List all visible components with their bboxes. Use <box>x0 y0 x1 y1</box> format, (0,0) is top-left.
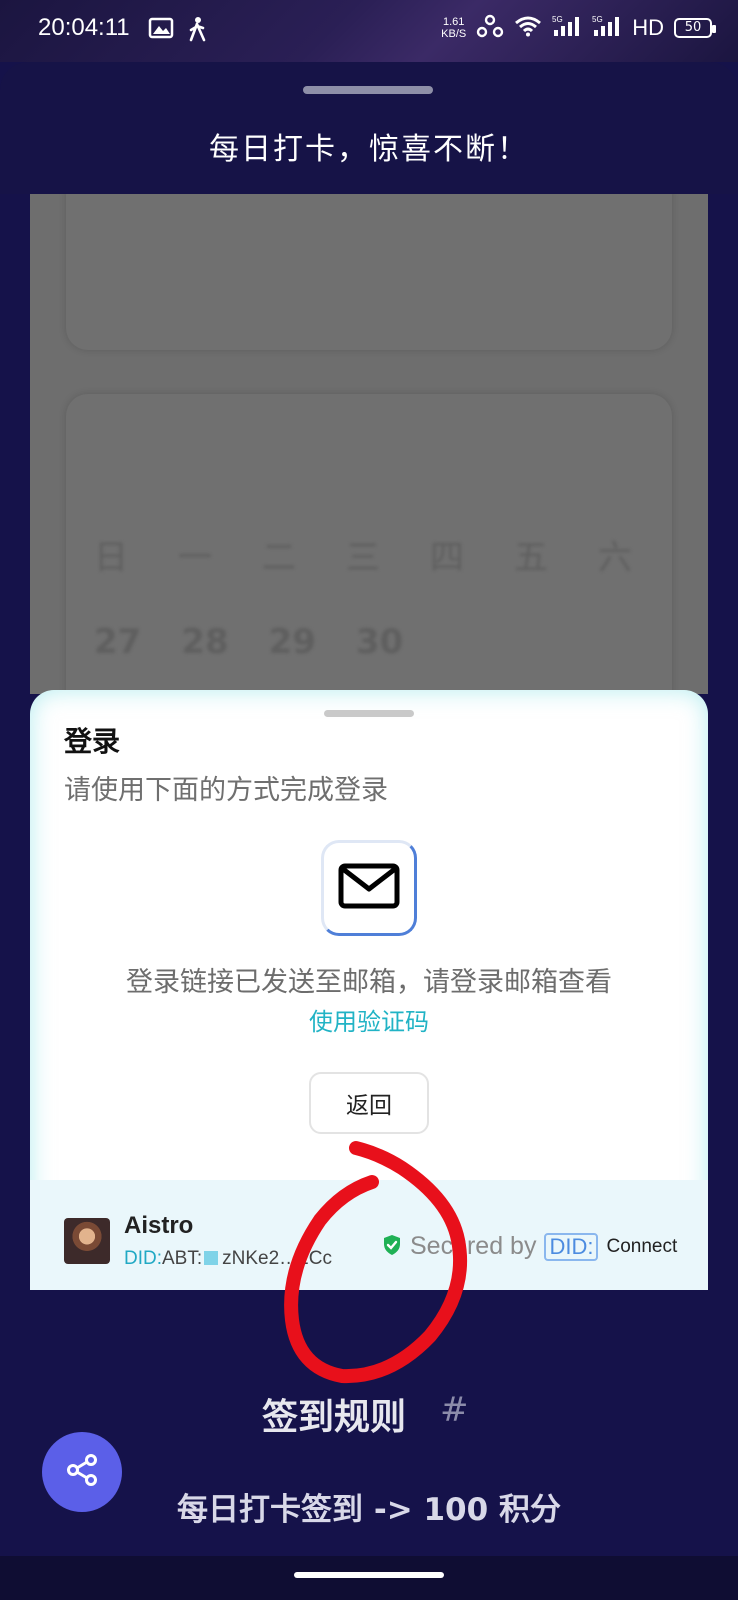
did-address-value: zNKe2…1Cc <box>222 1248 332 1269</box>
svg-text:5G: 5G <box>592 15 603 24</box>
weekday-label: 五 <box>514 538 548 578</box>
drag-handle[interactable] <box>303 86 433 94</box>
email-method-tile <box>321 840 417 936</box>
did-chip-icon <box>204 1251 219 1265</box>
did-prefix: DID: <box>124 1248 162 1269</box>
shield-check-icon <box>382 1234 402 1260</box>
weekday-label: 四 <box>430 538 464 578</box>
walking-icon <box>186 16 208 46</box>
status-right-icons: 1.61 KB/S 5G 5G HD 50 <box>441 14 716 42</box>
use-verification-code-link[interactable]: 使用验证码 <box>30 1002 708 1037</box>
rules-title: 签到规则 <box>262 1397 407 1438</box>
wifi-icon <box>514 15 542 41</box>
image-icon <box>148 16 174 46</box>
calendar-date: 27 <box>94 622 142 662</box>
share-icon <box>65 1453 99 1491</box>
status-time: 20:04:11 <box>38 14 130 41</box>
weekday-label: 一 <box>178 538 212 578</box>
svg-text:5G: 5G <box>552 15 563 24</box>
modal-title: 登录 <box>64 725 121 758</box>
network-type-label: HD <box>632 15 664 40</box>
calendar-weekdays: 日 一 二 三 四 五 六 <box>94 530 632 579</box>
modal-subtitle: 请使用下面的方式完成登录 <box>64 775 388 806</box>
status-left-icons <box>148 16 208 46</box>
system-nav-bar <box>0 1556 738 1600</box>
did-address: DID:ABT: zNKe2…1Cc <box>124 1248 332 1270</box>
sheet-header: 每日打卡，惊喜不断！ <box>0 62 738 194</box>
info-card <box>66 194 672 350</box>
connect-label: Connect <box>606 1235 678 1257</box>
app-avatar <box>64 1218 110 1264</box>
speed-value: 1.61 <box>442 16 465 28</box>
calendar-date: 30 <box>355 622 404 662</box>
sent-message: 登录链接已发送至邮箱，请登录邮箱查看 <box>126 967 612 998</box>
back-button[interactable]: 返回 <box>309 1072 429 1134</box>
secured-by-badge: Secured by DID: Connect <box>382 1232 677 1261</box>
share-button[interactable] <box>42 1432 122 1512</box>
home-indicator[interactable] <box>294 1572 444 1578</box>
login-modal: 登录 请使用下面的方式完成登录 登录链接已发送至邮箱，请登录邮箱查看 使用验证码… <box>30 690 708 1290</box>
dimmed-backdrop[interactable]: 日 一 二 三 四 五 六 27 28 29 30 <box>30 194 708 694</box>
modal-drag-handle[interactable] <box>324 710 414 717</box>
signal-5g-icon: 5G <box>592 14 622 42</box>
app-name: Aistro <box>124 1212 194 1239</box>
status-bar: 20:04:11 1.61 KB/S 5G 5G HD 50 <box>0 0 738 62</box>
mail-icon <box>338 863 400 913</box>
speed-unit: KB/S <box>441 28 467 40</box>
secured-by-text: Secured by <box>410 1232 537 1260</box>
weekday-label: 六 <box>598 538 632 578</box>
did-logo: DID: <box>544 1232 599 1261</box>
battery-icon: 50 <box>674 18 716 38</box>
did-type: ABT: <box>162 1248 203 1269</box>
network-speed: 1.61 KB/S <box>441 16 466 40</box>
modal-footer: Aistro DID:ABT: zNKe2…1Cc Secured by DID:… <box>30 1180 708 1290</box>
weekday-label: 二 <box>262 538 296 578</box>
weekday-label: 三 <box>346 538 380 578</box>
calendar-date: 29 <box>268 622 316 662</box>
rules-anchor-link[interactable]: # <box>440 1390 469 1430</box>
calendar-date: 28 <box>181 622 229 662</box>
calendar-dates: 27 28 29 30 <box>94 622 403 662</box>
signal-5g-icon: 5G <box>552 14 582 42</box>
page-title: 每日打卡，惊喜不断！ <box>209 132 529 167</box>
hotspot-icon <box>476 14 504 42</box>
weekday-label: 日 <box>94 538 128 578</box>
